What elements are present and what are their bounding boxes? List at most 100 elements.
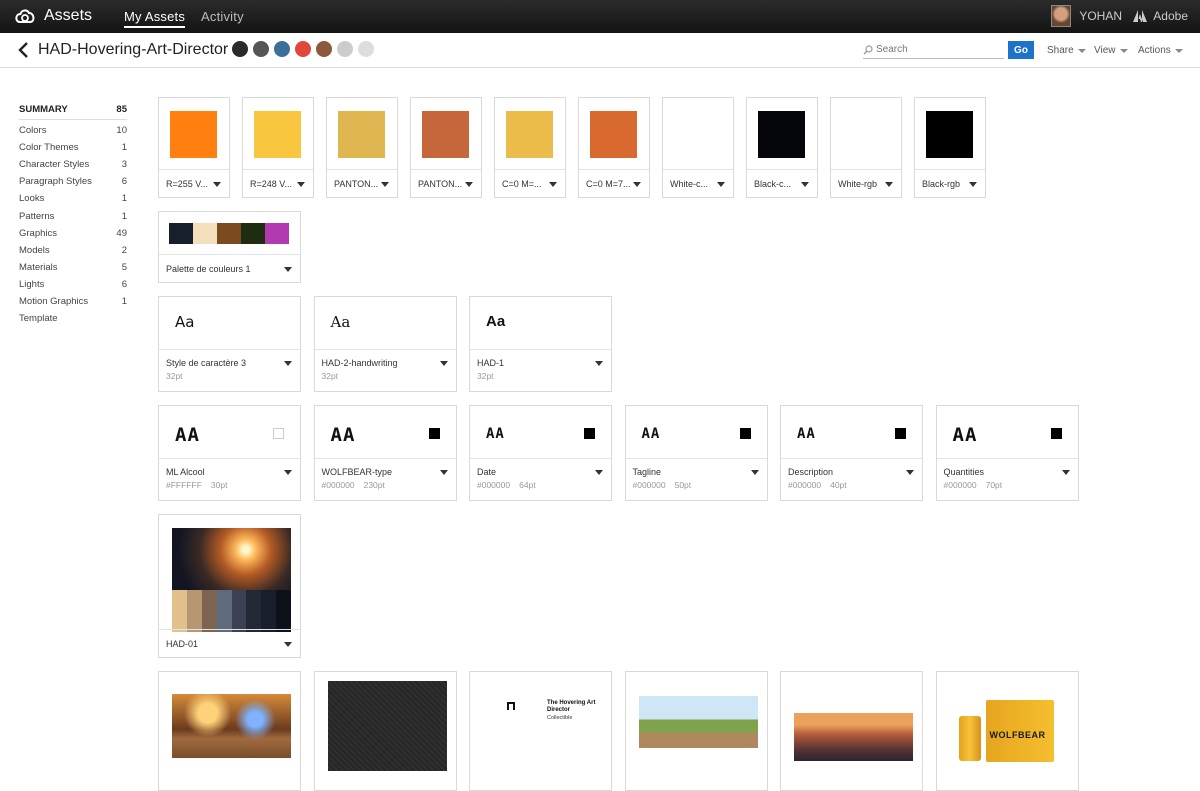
sidebar-item-lights[interactable]: Lights 6 <box>19 276 127 293</box>
view-menu[interactable]: View <box>1094 45 1128 56</box>
sidebar-item-character-styles[interactable]: Character Styles 3 <box>19 156 127 173</box>
go-button[interactable]: Go <box>1008 41 1034 59</box>
sidebar-item-summary[interactable]: SUMMARY 85 <box>19 100 127 120</box>
dropdown-arrow-icon[interactable] <box>885 182 893 187</box>
look-card[interactable]: HAD-01 <box>158 514 301 658</box>
dropdown-arrow-icon[interactable] <box>381 182 389 187</box>
dropdown-arrow-icon[interactable] <box>439 361 448 366</box>
graphic-dark-texture-card[interactable] <box>313 671 457 791</box>
graphic-thumbnail: The Hovering Art Director Collectible <box>483 682 602 762</box>
character-style-card[interactable]: Aa HAD-1 32pt <box>469 296 612 392</box>
color-card[interactable]: Black-rgb <box>914 97 986 198</box>
color-card[interactable]: R=255 V... <box>158 97 230 198</box>
sidebar-item-models[interactable]: Models 2 <box>19 242 127 259</box>
sidebar-item-patterns[interactable]: Patterns 1 <box>19 207 127 224</box>
paragraph-style-card[interactable]: AA ML Alcool #FFFFFF 30pt <box>158 405 301 501</box>
dropdown-arrow-icon[interactable] <box>213 182 221 187</box>
sidebar-item-materials[interactable]: Materials 5 <box>19 259 127 276</box>
search-box[interactable] <box>863 41 1004 59</box>
collaborator-avatar[interactable] <box>231 40 249 58</box>
sidebar-item-paragraph-styles[interactable]: Paragraph Styles 6 <box>19 173 127 190</box>
paragraph-style-card[interactable]: AA Tagline #000000 50pt <box>624 405 768 501</box>
dropdown-arrow-icon[interactable] <box>284 470 292 475</box>
dropdown-arrow-icon[interactable] <box>549 182 557 187</box>
actions-menu[interactable]: Actions <box>1138 45 1183 56</box>
color-card[interactable]: PANTON... <box>326 97 398 198</box>
dropdown-arrow-icon[interactable] <box>465 182 473 187</box>
sidebar-item-motion-graphics[interactable]: Motion Graphics 1 <box>19 293 127 310</box>
sidebar-item-count: 1 <box>121 210 127 222</box>
dropdown-arrow-icon[interactable] <box>969 182 977 187</box>
paragraph-style-card[interactable]: AA WOLFBEAR-type #000000 230pt <box>313 405 457 501</box>
color-card[interactable]: White-rgb <box>830 97 902 198</box>
graphic-landscape-card[interactable] <box>624 671 768 791</box>
sidebar-item-template[interactable]: Template <box>19 310 127 327</box>
dropdown-arrow-icon[interactable] <box>284 361 292 366</box>
color-swatch <box>506 111 553 158</box>
dropdown-arrow-icon[interactable] <box>439 470 448 475</box>
color-name: Black-c... <box>754 179 792 189</box>
character-style-card[interactable]: Aa HAD-2-handwriting 32pt <box>313 296 457 392</box>
share-menu[interactable]: Share <box>1047 45 1086 56</box>
sidebar-item-graphics[interactable]: Graphics 49 <box>19 225 127 242</box>
style-hex: #FFFFFF <box>166 480 202 490</box>
color-card[interactable]: C=0 M=7... <box>578 97 650 198</box>
style-name: HAD-2-handwriting <box>321 358 398 368</box>
collaborator-avatar[interactable] <box>273 40 291 58</box>
dropdown-arrow-icon[interactable] <box>284 642 292 647</box>
graphic-document-card[interactable]: The Hovering Art Director Collectible <box>469 671 612 791</box>
color-card[interactable]: R=248 V... <box>242 97 314 198</box>
color-card[interactable]: Black-c... <box>746 97 818 198</box>
dropdown-arrow-icon[interactable] <box>801 182 809 187</box>
paragraph-style-card[interactable]: AA Quantities #000000 70pt <box>935 405 1079 501</box>
style-meta: #FFFFFF 30pt <box>166 480 227 490</box>
color-card[interactable]: White-c... <box>662 97 734 198</box>
back-icon[interactable] <box>16 40 32 60</box>
type-preview: AA <box>330 424 356 446</box>
sidebar-item-count: 6 <box>121 278 127 290</box>
collaborator-avatar[interactable] <box>294 40 312 58</box>
sidebar-item-color-themes[interactable]: Color Themes 1 <box>19 139 127 156</box>
app-brand[interactable]: Assets <box>14 7 92 25</box>
sidebar-item-count: 2 <box>121 244 127 256</box>
graphic-mountains-card[interactable] <box>780 671 923 791</box>
style-name: Date <box>477 467 497 477</box>
color-card[interactable]: PANTON... <box>410 97 482 198</box>
dropdown-arrow-icon[interactable] <box>906 470 914 475</box>
card-footer: Black-c... <box>747 169 817 197</box>
nav-activity[interactable]: Activity <box>201 9 244 24</box>
style-name: HAD-1 <box>477 358 505 368</box>
dropdown-arrow-icon[interactable] <box>633 182 641 187</box>
dropdown-arrow-icon[interactable] <box>284 267 292 272</box>
collaborator-avatar[interactable] <box>336 40 354 58</box>
dropdown-arrow-icon[interactable] <box>297 182 305 187</box>
paragraph-style-card[interactable]: AA Description #000000 40pt <box>780 405 923 501</box>
collaborator-avatar[interactable] <box>252 40 270 58</box>
type-preview: AA <box>175 424 200 446</box>
dropdown-arrow-icon[interactable] <box>1061 470 1070 475</box>
dropdown-arrow-icon[interactable] <box>595 361 603 366</box>
adobe-link[interactable]: Adobe <box>1133 9 1188 23</box>
sidebar-item-colors[interactable]: Colors 10 <box>19 122 127 139</box>
color-card[interactable]: C=0 M=... <box>494 97 566 198</box>
color-theme-card[interactable]: Palette de couleurs 1 <box>158 211 301 283</box>
look-strip-band <box>172 590 187 632</box>
share-label: Share <box>1047 45 1074 56</box>
search-input[interactable] <box>876 44 996 55</box>
user-menu[interactable]: YOHAN <box>1051 5 1122 27</box>
graphic-wolfbear-pack-card[interactable]: WOLFBEAR <box>935 671 1079 791</box>
collaborator-avatar[interactable] <box>315 40 333 58</box>
paragraph-style-card[interactable]: AA Date #000000 64pt <box>469 405 612 501</box>
graphic-bokeh-card[interactable] <box>158 671 301 791</box>
beer-can <box>958 716 981 761</box>
style-meta: #000000 70pt <box>944 480 1003 490</box>
nav-my-assets[interactable]: My Assets <box>124 9 186 28</box>
style-name: WOLFBEAR-type <box>321 467 393 477</box>
dropdown-arrow-icon[interactable] <box>717 182 725 187</box>
collaborator-avatar[interactable] <box>357 40 375 58</box>
dropdown-arrow-icon[interactable] <box>750 470 759 475</box>
dropdown-arrow-icon[interactable] <box>595 470 603 475</box>
sidebar-item-looks[interactable]: Looks 1 <box>19 190 127 207</box>
collaborators[interactable] <box>231 40 375 58</box>
character-style-card[interactable]: Aa Style de caractère 3 32pt <box>158 296 301 392</box>
